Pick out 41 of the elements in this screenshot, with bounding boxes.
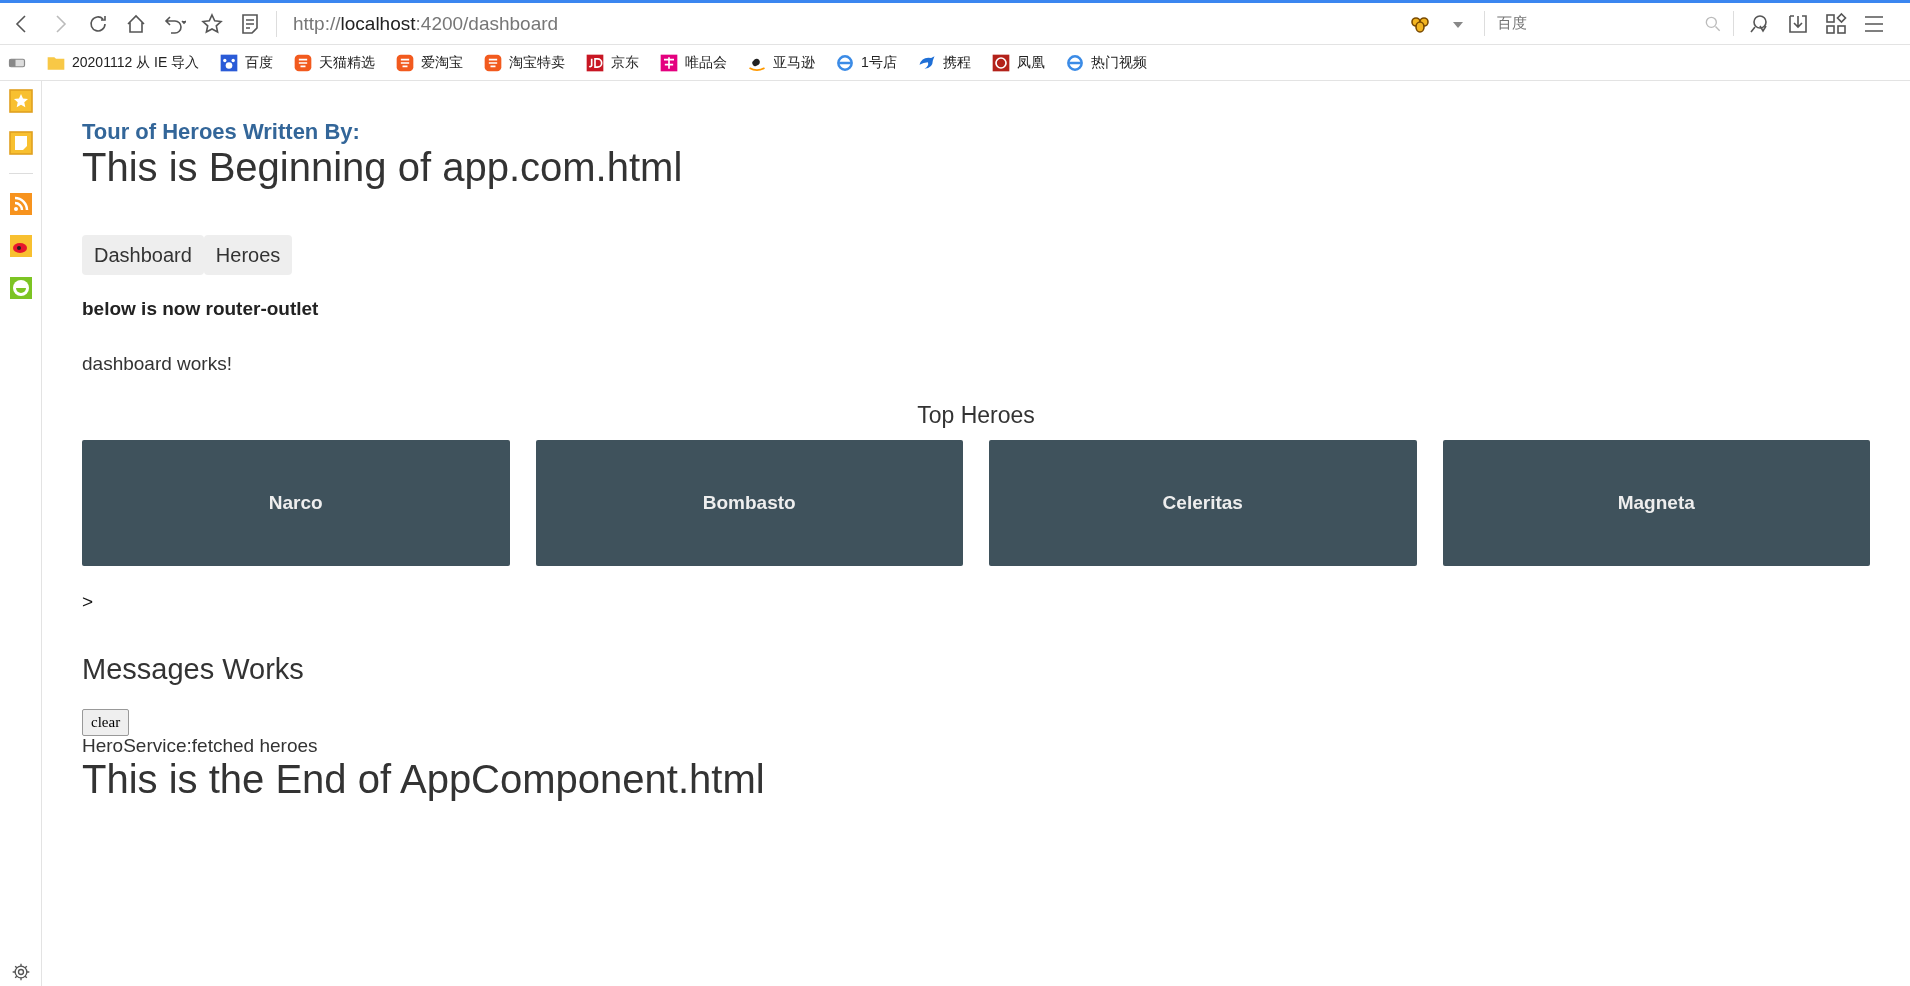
letter-logo-icon	[585, 52, 606, 73]
settings-icon[interactable]	[10, 962, 31, 982]
rounded-logo-icon	[395, 52, 416, 73]
address-bar[interactable]: http://localhost:4200/dashboard	[276, 10, 1408, 37]
hero-card[interactable]: Narco	[82, 440, 510, 566]
dashboard-note: dashboard works!	[82, 351, 233, 376]
clear-button[interactable]: clear	[82, 709, 130, 736]
apps-icon[interactable]	[1824, 11, 1848, 36]
bookmark-link[interactable]: 热门视频	[1090, 52, 1147, 73]
search-field[interactable]: 百度	[1495, 11, 1703, 36]
bookmark-link[interactable]: 天猫精选	[319, 52, 376, 73]
e-globe-icon	[835, 52, 856, 73]
e-globe-icon	[1064, 52, 1085, 73]
bookmark-link[interactable]: 爱淘宝	[421, 52, 464, 73]
square-logo-icon	[659, 52, 680, 73]
app-title: This is Beginning of app.com.html	[82, 145, 684, 190]
nav-link[interactable]: Dashboard	[82, 235, 204, 276]
eye-logo-icon[interactable]	[8, 234, 33, 258]
bookmark-link[interactable]: 凤凰	[1016, 52, 1045, 73]
star-icon[interactable]	[200, 11, 224, 36]
bookmark-link[interactable]: 京东	[611, 52, 640, 73]
footer-title: This is the End of AppComponent.html	[82, 756, 766, 801]
bookmark-link[interactable]: 百度	[245, 52, 274, 73]
stray-text: >	[82, 590, 94, 614]
bookmark-link[interactable]: 唯品会	[685, 52, 728, 73]
messages-heading: Messages Works	[82, 652, 305, 688]
rounded-logo-icon	[483, 52, 504, 73]
app-subtitle: Tour of Heroes Written By:	[82, 119, 361, 146]
router-outlet-note: below is now router-outlet	[82, 297, 320, 322]
bookmark-link[interactable]: 携程	[942, 52, 971, 73]
bookmark-link[interactable]: 20201112 从 IE 导入	[72, 52, 200, 73]
rounded-logo-icon	[293, 52, 314, 73]
bookmark-link[interactable]: 亚马逊	[773, 52, 816, 73]
nav-link[interactable]: Heroes	[203, 235, 293, 276]
section-heading: Top Heroes	[916, 402, 1036, 430]
bookmark-link[interactable]: 淘宝特卖	[509, 52, 566, 73]
message-text: HeroService:fetched heroes	[82, 735, 318, 757]
hero-card[interactable]: Celeritas	[989, 440, 1417, 566]
hero-card[interactable]: Magneta	[1442, 440, 1870, 566]
hero-card[interactable]: Bombasto	[535, 440, 963, 566]
bookmark-link[interactable]: 1号店	[861, 52, 897, 73]
